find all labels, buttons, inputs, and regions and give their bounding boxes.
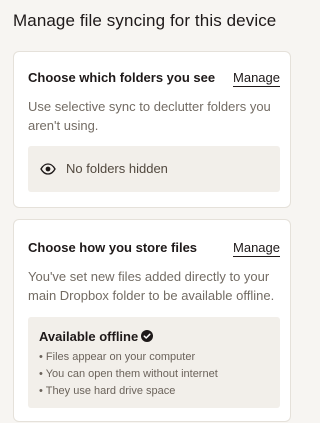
check-circle-icon (141, 330, 153, 342)
manage-storage-link[interactable]: Manage (233, 240, 280, 257)
offline-status-box: Available offline Files appear on your c… (28, 317, 280, 408)
storage-card: Choose how you store files Manage You've… (13, 219, 291, 422)
list-item: You can open them without internet (39, 366, 218, 383)
manage-folders-link[interactable]: Manage (233, 70, 280, 87)
list-item: Files appear on your computer (39, 349, 218, 366)
offline-bullet-list: Files appear on your computer You can op… (39, 349, 218, 400)
folders-card-description: Use selective sync to declutter folders … (28, 99, 271, 133)
storage-card-description: You've set new files added directly to y… (28, 269, 275, 303)
eye-icon (40, 163, 56, 175)
list-item: They use hard drive space (39, 383, 218, 400)
offline-mode-title: Available offline (39, 329, 139, 344)
page-title: Manage file syncing for this device (13, 11, 277, 30)
folders-card: Choose which folders you see Manage Use … (13, 51, 291, 208)
folders-status-text: No folders hidden (66, 161, 168, 176)
folders-card-title: Choose which folders you see (28, 70, 216, 85)
folders-status-box: No folders hidden (28, 146, 280, 192)
storage-card-title: Choose how you store files (28, 240, 198, 255)
